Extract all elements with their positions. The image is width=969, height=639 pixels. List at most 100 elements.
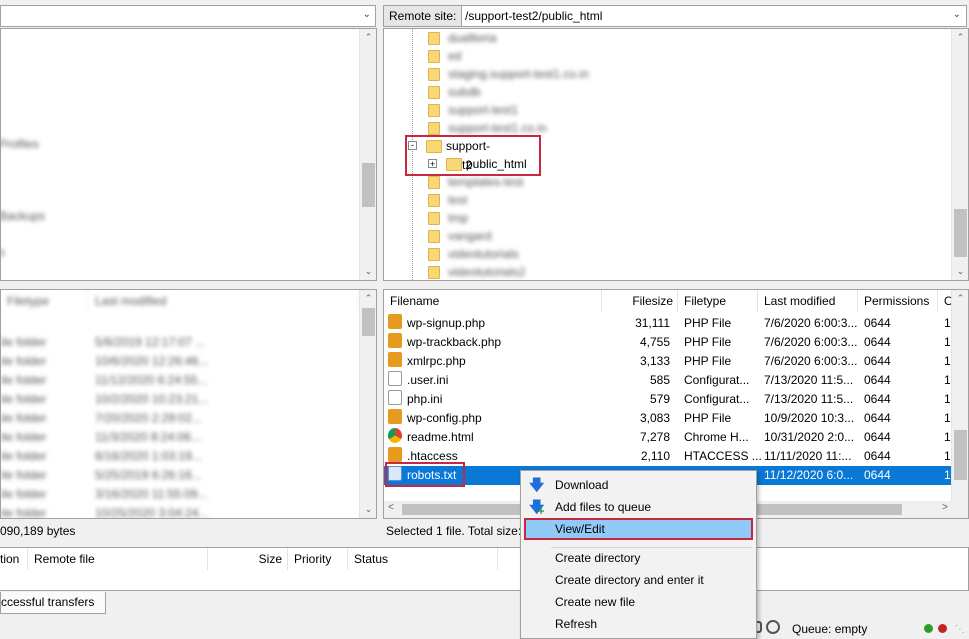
scroll-up-icon[interactable]: ⌃ [952, 290, 968, 307]
folder-icon [428, 176, 440, 189]
table-row[interactable]: wp-config.php 3,083 PHP File 10/9/2020 10:3… [384, 409, 968, 428]
table-row[interactable]: wp-trackback.php 4,755 PHP File 7/6/2020 6:… [384, 333, 968, 352]
local-tree-scrollbar[interactable]: ⌃ ⌄ [359, 29, 376, 280]
tab-successful-transfers[interactable]: ccessful transfers [0, 592, 106, 614]
table-row[interactable]: ile folder 6/16/2020 1:03:19... [1, 447, 376, 466]
table-row[interactable]: ile folder 5/6/2019 12:17:07 ... [1, 333, 376, 352]
table-row[interactable]: ile folder 5/25/2019 6:26:16... [1, 466, 376, 485]
table-row[interactable]: ile folder 11/3/2020 8:24:06... [1, 428, 376, 447]
sort-indicator-icon: ⌃ [802, 289, 810, 294]
remote-tree: duallteria ed staging.support-test1.co.in s… [383, 28, 969, 281]
menu-item-label: Add files to queue [555, 500, 652, 514]
scroll-up-icon[interactable]: ⌃ [360, 29, 376, 46]
column-header-filetype[interactable]: Filetype [1, 290, 89, 312]
scroll-thumb[interactable] [954, 209, 967, 257]
cell-filetype: Chrome H... [684, 430, 749, 444]
table-row[interactable]: .user.ini 585 Configurat... 7/13/2020 11:5.… [384, 371, 968, 390]
queue-column-status[interactable]: Status [348, 548, 498, 570]
scroll-thumb[interactable] [362, 163, 375, 207]
tree-item[interactable]: Profiles [1, 137, 39, 151]
folder-icon [428, 212, 440, 225]
cell-last-modified: 7/13/2020 11:5... [764, 373, 854, 387]
resize-grip-icon[interactable]: ⋱ [955, 624, 965, 635]
scroll-up-icon[interactable]: ⌃ [360, 290, 376, 307]
cell-filename: readme.html [407, 430, 474, 444]
chevron-down-icon[interactable]: ⌄ [363, 9, 371, 20]
local-status: 090,189 bytes [0, 524, 76, 538]
cell-last-modified: 10/9/2020 10:3... [764, 411, 855, 425]
table-row[interactable]: wp-signup.php 31,111 PHP File 7/6/2020 6:00… [384, 314, 968, 333]
menu-item-label: View/Edit [555, 522, 605, 536]
tree-item[interactable]: Backups [1, 209, 45, 223]
remote-path-input[interactable]: /support-test2/public_html [465, 6, 602, 26]
menu-item-label: Download [555, 478, 609, 492]
scroll-down-icon[interactable]: ⌄ [952, 263, 968, 280]
scroll-down-icon[interactable]: ⌄ [360, 263, 376, 280]
cell-permissions: 0644 [864, 354, 891, 368]
tree-item[interactable]: s [1, 245, 5, 259]
menu-item-create-directory-enter[interactable]: Create directory and enter it [521, 569, 756, 591]
menu-item-add-to-queue[interactable]: 🡇 + Add files to queue [521, 496, 756, 518]
folder-icon [428, 194, 440, 207]
table-row[interactable]: ile folder 7/20/2020 2:29:02... [1, 409, 376, 428]
cell-filetype: HTACCESS ... [684, 449, 762, 463]
column-header-filetype[interactable]: Filetype [678, 290, 758, 312]
menu-item-label: Create directory and enter it [555, 573, 704, 587]
cell-filesize: 585 [649, 373, 670, 387]
column-header-filename[interactable]: Filename [384, 290, 602, 312]
scroll-thumb[interactable] [362, 308, 375, 336]
table-row[interactable]: .htaccess 2,110 HTACCESS ... 11/11/2020 11:… [384, 447, 968, 466]
table-row[interactable]: readme.html 7,278 Chrome H... 10/31/2020 2:… [384, 428, 968, 447]
remote-site-bar: Remote site: /support-test2/public_html … [383, 5, 967, 27]
table-row[interactable]: ile folder 10/2/2020 10:23:21... [1, 390, 376, 409]
scroll-down-icon[interactable]: ⌄ [360, 501, 376, 518]
local-list-scrollbar[interactable]: ⌃ ⌄ [359, 290, 376, 518]
queue-column-direction[interactable]: tion [0, 548, 28, 570]
queue-column-remote-file[interactable]: Remote file [28, 548, 208, 570]
menu-item-download[interactable]: 🡇 Download [521, 474, 756, 496]
remote-list-scrollbar[interactable]: ⌃ [951, 290, 968, 501]
tree-item-label: videotutorials [448, 247, 519, 261]
tree-item-label: support-test1 [448, 103, 519, 117]
remote-tree-scrollbar[interactable]: ⌃ ⌄ [951, 29, 968, 280]
tree-item-label: duallteria [448, 31, 497, 45]
table-row[interactable]: xmlrpc.php 3,133 PHP File 7/6/2020 6:00:3..… [384, 352, 968, 371]
folder-icon [428, 50, 440, 63]
tree-item-label: videotutorials2 [448, 265, 526, 279]
speed-limit-icon[interactable] [766, 620, 780, 634]
cell-filetype: PHP File [684, 335, 732, 349]
php-file-icon [388, 447, 402, 462]
table-row[interactable]: php.ini 579 Configurat... 7/13/2020 11:5...… [384, 390, 968, 409]
scroll-up-icon[interactable]: ⌃ [952, 29, 968, 46]
column-header-filesize[interactable]: Filesize [602, 290, 678, 312]
php-file-icon [388, 352, 402, 367]
scroll-left-icon[interactable]: < [388, 502, 394, 513]
cell-permissions: 0644 [864, 335, 891, 349]
cell-filetype: PHP File [684, 354, 732, 368]
column-header-permissions[interactable]: Permissions [858, 290, 938, 312]
cell-permissions: 0644 [864, 468, 891, 482]
chevron-down-icon[interactable]: ⌄ [953, 9, 961, 20]
menu-item-create-directory[interactable]: Create directory [521, 547, 756, 569]
scroll-thumb[interactable] [954, 430, 967, 480]
menu-item-create-new-file[interactable]: Create new file [521, 591, 756, 613]
tree-item-label: vangard [448, 229, 492, 243]
table-row[interactable]: ile folder 10/25/2020 3:04:24... [1, 504, 376, 518]
folder-icon [428, 266, 440, 279]
table-row[interactable]: ile folder 11/12/2020 6:24:55... [1, 371, 376, 390]
highlight-box [405, 135, 541, 176]
column-header-last-modified[interactable]: Last modified [89, 290, 359, 312]
cell-last-modified: 11/11/2020 11:... [764, 449, 852, 463]
scroll-right-icon[interactable]: > [942, 502, 948, 513]
cell-filesize: 3,133 [639, 354, 670, 368]
queue-column-size[interactable]: Size [208, 548, 288, 570]
menu-item-label: Refresh [555, 617, 598, 631]
config-file-icon [388, 371, 402, 386]
queue-column-priority[interactable]: Priority [288, 548, 348, 570]
local-path-bar[interactable]: ⌄ [0, 5, 376, 27]
table-row[interactable]: ile folder 3/16/2020 11:55:09... [1, 485, 376, 504]
table-row[interactable]: ile folder 10/6/2020 12:26:46... [1, 352, 376, 371]
cell-permissions: 0644 [864, 411, 891, 425]
menu-item-view-edit[interactable]: View/Edit [524, 518, 753, 540]
menu-item-refresh[interactable]: Refresh [521, 613, 756, 635]
